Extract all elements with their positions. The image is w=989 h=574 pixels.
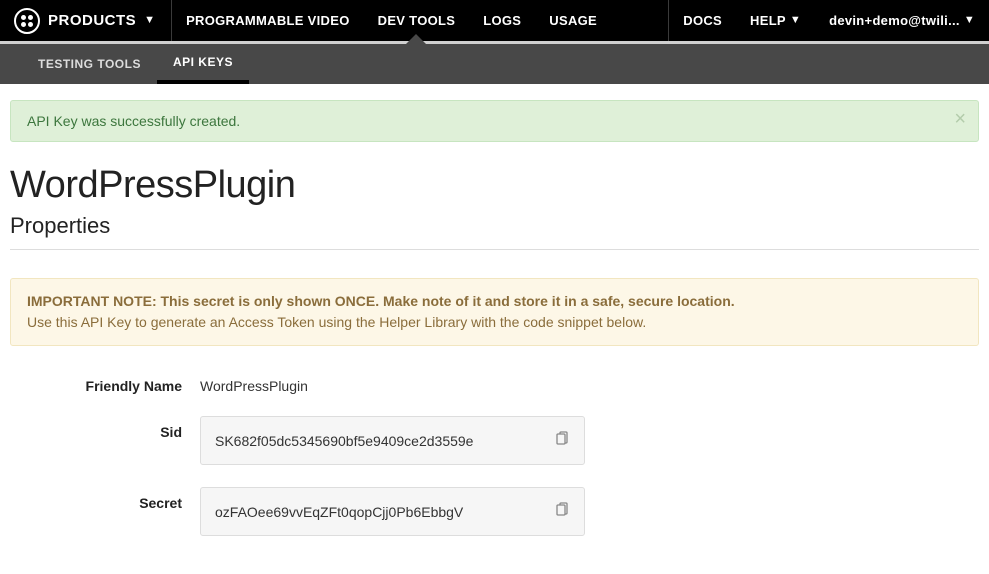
secret-label: Secret [10, 487, 200, 511]
field-secret: Secret ozFAOee69vvEqZFt0qopCjj0Pb6EbbgV [10, 487, 979, 536]
sid-value: SK682f05dc5345690bf5e9409ce2d3559e [215, 433, 473, 449]
sid-label: Sid [10, 416, 200, 440]
secret-value: ozFAOee69vvEqZFt0qopCjj0Pb6EbbgV [215, 504, 463, 520]
nav-label: DEV TOOLS [378, 13, 456, 28]
page-title: WordPressPlugin [10, 164, 979, 207]
secret-box: ozFAOee69vvEqZFt0qopCjj0Pb6EbbgV [200, 487, 585, 536]
active-indicator [406, 34, 426, 44]
nav-help[interactable]: HELP ▼ [736, 0, 815, 41]
tab-label: TESTING TOOLS [38, 57, 141, 71]
sub-nav: TESTING TOOLS API KEYS [0, 44, 989, 84]
section-title: Properties [10, 213, 979, 250]
success-message: API Key was successfully created. [27, 113, 240, 129]
products-dropdown[interactable]: PRODUCTS ▼ [0, 0, 172, 41]
field-sid: Sid SK682f05dc5345690bf5e9409ce2d3559e [10, 416, 979, 465]
nav-label: devin+demo@twili... [829, 13, 960, 28]
tab-testing-tools[interactable]: TESTING TOOLS [22, 44, 157, 84]
chevron-down-icon: ▼ [964, 15, 975, 26]
field-friendly-name: Friendly Name WordPressPlugin [10, 370, 979, 394]
copy-icon[interactable] [554, 502, 570, 521]
nav-usage[interactable]: USAGE [535, 0, 611, 41]
content: API Key was successfully created. × Word… [0, 84, 989, 574]
success-alert: API Key was successfully created. × [10, 100, 979, 142]
warning-strong: IMPORTANT NOTE: This secret is only show… [27, 293, 735, 309]
products-label: PRODUCTS [48, 12, 136, 29]
friendly-name-value: WordPressPlugin [200, 370, 308, 394]
twilio-logo-icon [14, 8, 40, 34]
tab-label: API KEYS [173, 55, 233, 69]
warning-text: Use this API Key to generate an Access T… [27, 314, 646, 330]
nav-label: DOCS [683, 13, 722, 28]
close-icon[interactable]: × [954, 109, 966, 129]
nav-label: HELP [750, 13, 786, 28]
top-nav-right: DOCS HELP ▼ devin+demo@twili... ▼ [668, 0, 989, 41]
warning-alert: IMPORTANT NOTE: This secret is only show… [10, 278, 979, 346]
copy-icon[interactable] [554, 431, 570, 450]
nav-logs[interactable]: LOGS [469, 0, 535, 41]
sid-box: SK682f05dc5345690bf5e9409ce2d3559e [200, 416, 585, 465]
nav-docs[interactable]: DOCS [669, 0, 736, 41]
nav-label: PROGRAMMABLE VIDEO [186, 13, 350, 28]
nav-programmable-video[interactable]: PROGRAMMABLE VIDEO [172, 0, 364, 41]
nav-label: USAGE [549, 13, 597, 28]
nav-dev-tools[interactable]: DEV TOOLS [364, 0, 470, 41]
top-nav-main: PROGRAMMABLE VIDEO DEV TOOLS LOGS USAGE [172, 0, 668, 41]
nav-account[interactable]: devin+demo@twili... ▼ [815, 0, 989, 41]
chevron-down-icon: ▼ [790, 15, 801, 26]
friendly-name-label: Friendly Name [10, 370, 200, 394]
nav-label: LOGS [483, 13, 521, 28]
tab-api-keys[interactable]: API KEYS [157, 44, 249, 84]
products-caret-icon: ▼ [144, 15, 155, 26]
top-nav: PRODUCTS ▼ PROGRAMMABLE VIDEO DEV TOOLS … [0, 0, 989, 44]
